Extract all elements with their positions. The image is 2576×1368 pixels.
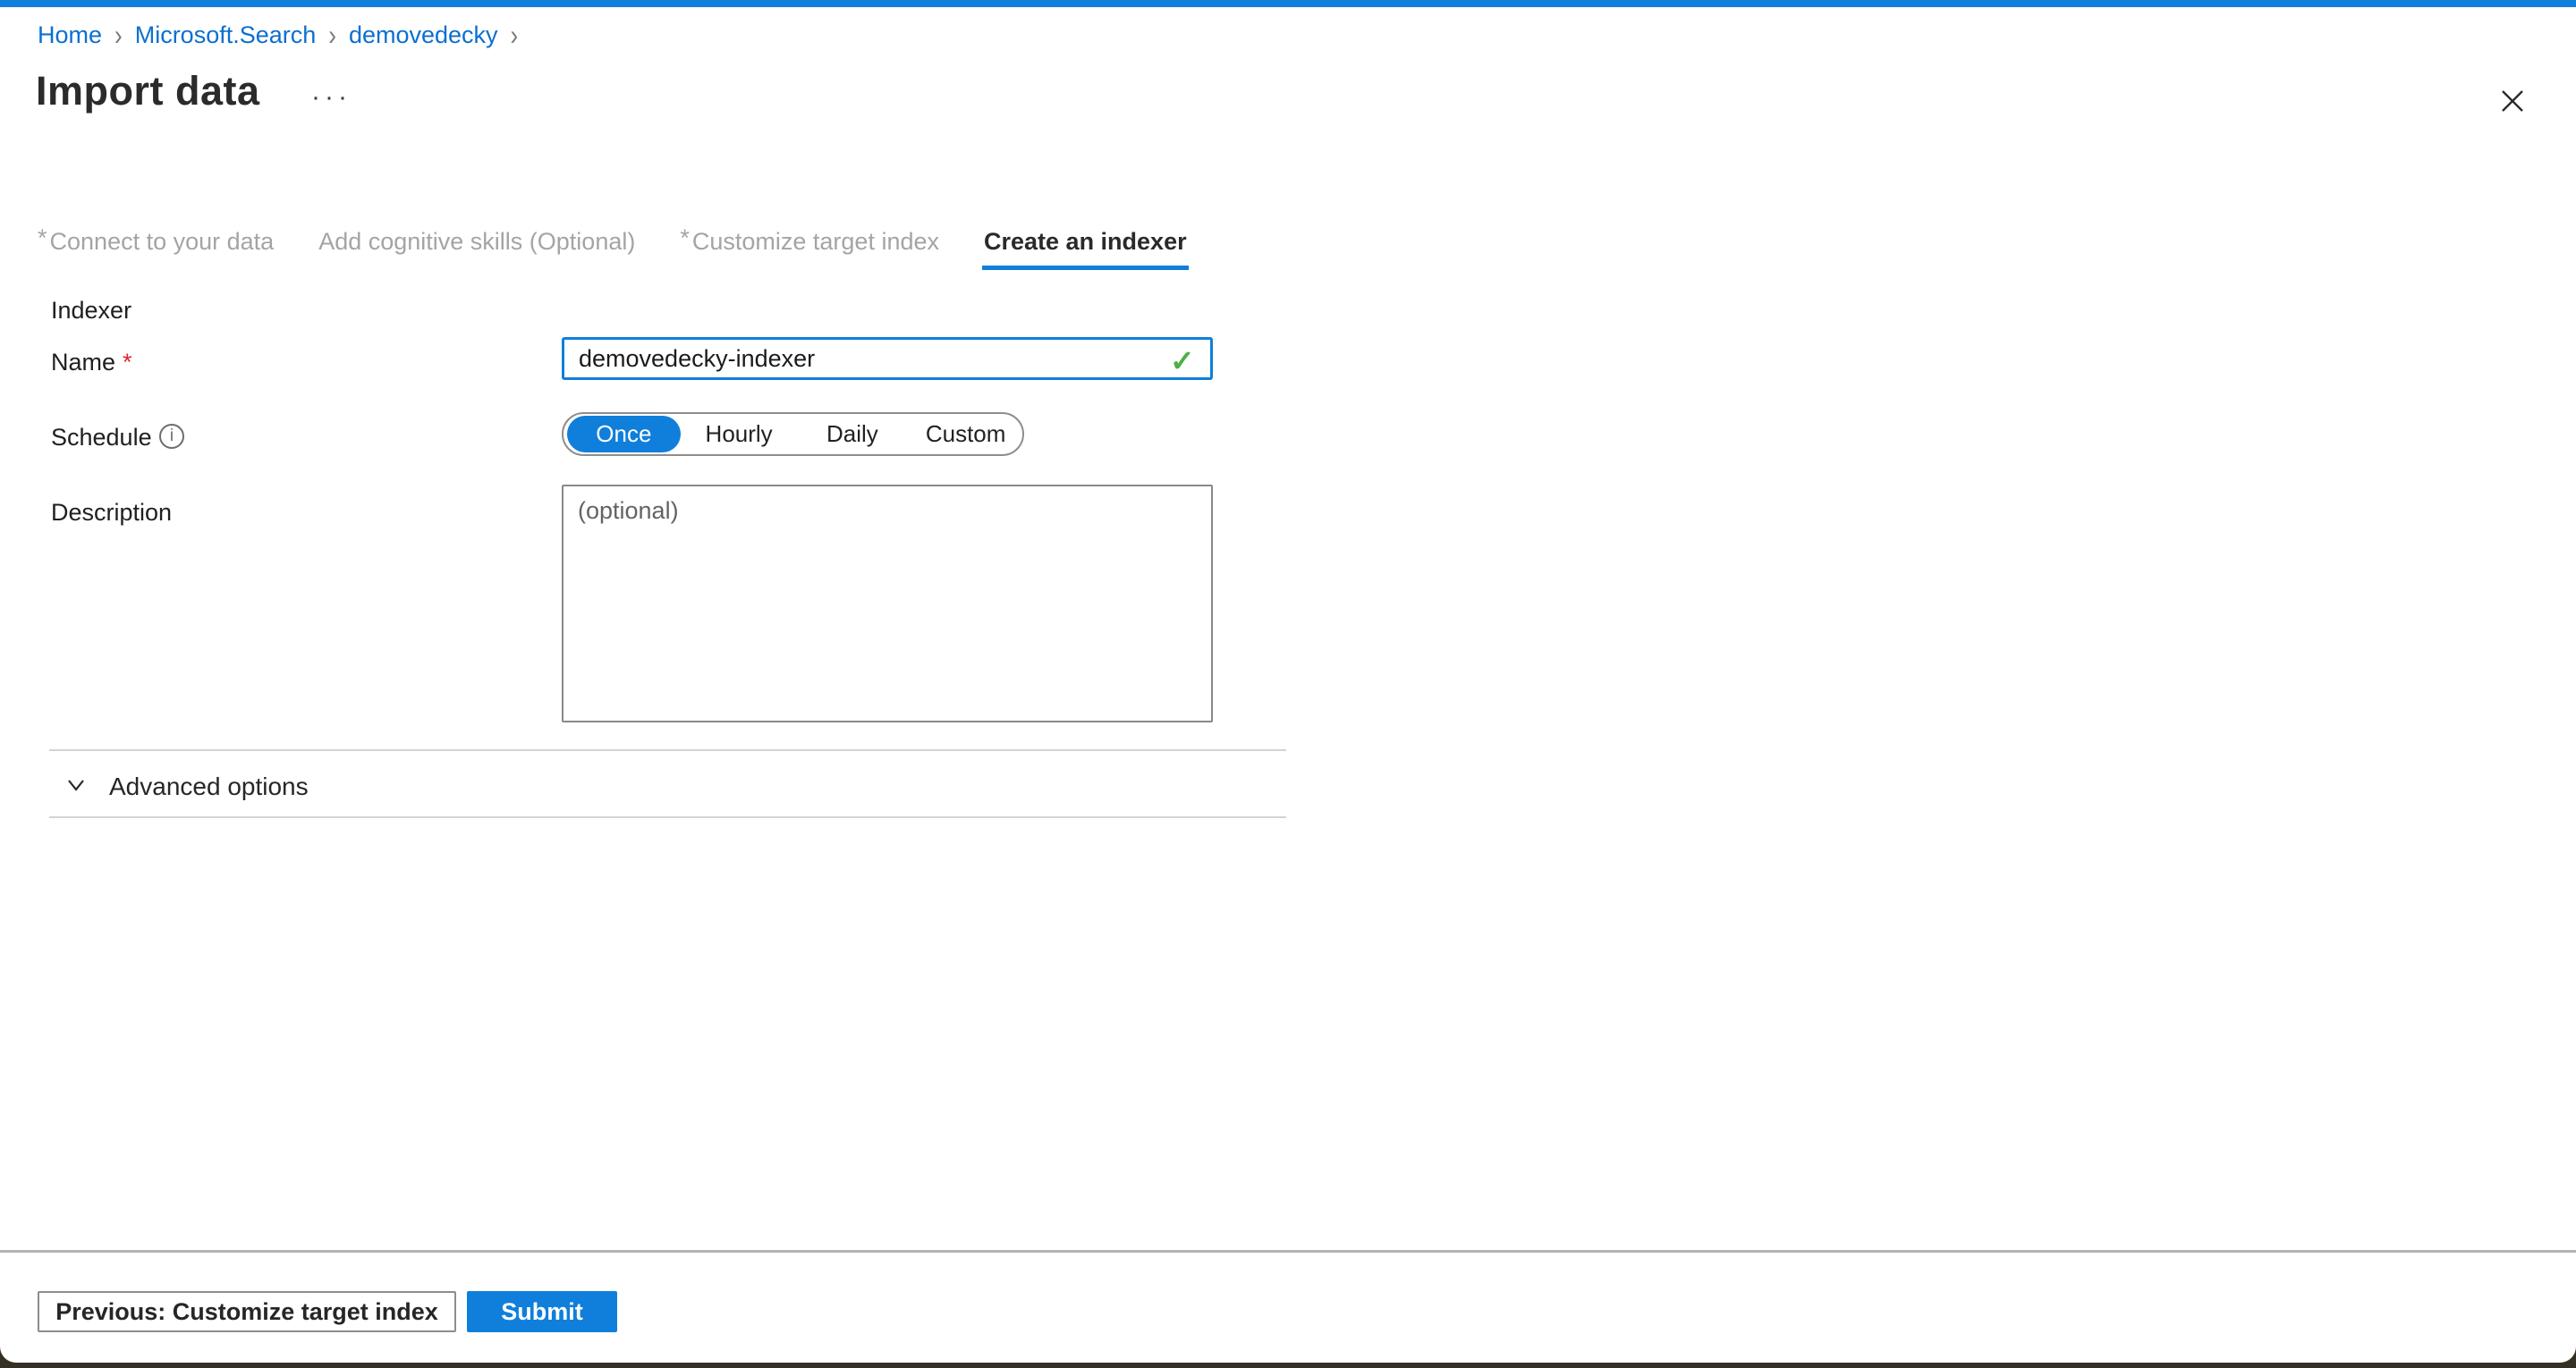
breadcrumb-separator: › — [114, 18, 123, 53]
schedule-option-daily[interactable]: Daily — [796, 416, 910, 452]
close-icon[interactable] — [2497, 86, 2528, 116]
breadcrumb-separator: › — [328, 18, 336, 53]
submit-button[interactable]: Submit — [467, 1291, 617, 1332]
page-title: Import data — [36, 68, 260, 114]
desktop-background: Home › Microsoft.Search › demovedecky › … — [0, 0, 2576, 1368]
advanced-options-label: Advanced options — [109, 773, 309, 801]
name-field-label: Name* — [51, 349, 132, 376]
breadcrumb-demovedecky-link[interactable]: demovedecky — [349, 21, 498, 49]
more-options-icon[interactable]: ··· — [311, 82, 352, 113]
description-textarea[interactable] — [562, 485, 1213, 722]
schedule-option-hourly[interactable]: Hourly — [682, 416, 796, 452]
description-field-label: Description — [51, 499, 172, 527]
breadcrumb-separator: › — [511, 18, 519, 53]
tab-customize-target-index[interactable]: *Customize target index — [680, 225, 939, 258]
footer-divider — [0, 1250, 2576, 1253]
tab-label: Connect to your data — [50, 228, 275, 255]
tab-required-marker: * — [38, 224, 47, 251]
azure-top-accent-bar — [0, 0, 2576, 7]
schedule-segmented-control: Once Hourly Daily Custom — [562, 412, 1024, 456]
tab-label: Add cognitive skills (Optional) — [318, 228, 635, 255]
wizard-tabs: *Connect to your data Add cognitive skil… — [38, 225, 1187, 258]
chevron-down-icon — [63, 771, 89, 802]
breadcrumb-microsoft-search-link[interactable]: Microsoft.Search — [135, 21, 317, 49]
schedule-field-label: Schedule — [51, 424, 152, 452]
previous-step-button[interactable]: Previous: Customize target index — [38, 1291, 456, 1332]
name-required-marker: * — [123, 349, 132, 376]
advanced-options-toggle[interactable]: Advanced options — [63, 771, 309, 802]
indexer-name-input[interactable] — [562, 337, 1213, 380]
divider — [49, 749, 1286, 751]
tab-connect-to-your-data[interactable]: *Connect to your data — [38, 225, 274, 258]
schedule-option-once[interactable]: Once — [567, 416, 681, 452]
schedule-option-custom[interactable]: Custom — [909, 416, 1022, 452]
tab-required-marker: * — [680, 224, 690, 251]
info-icon[interactable]: i — [159, 424, 184, 449]
import-data-panel: Home › Microsoft.Search › demovedecky › … — [0, 0, 2576, 1363]
breadcrumb: Home › Microsoft.Search › demovedecky › — [38, 21, 518, 49]
tab-create-an-indexer[interactable]: Create an indexer — [984, 225, 1187, 258]
divider — [49, 816, 1286, 818]
indexer-section-label: Indexer — [51, 297, 131, 325]
tab-label: Create an indexer — [984, 228, 1187, 255]
breadcrumb-home-link[interactable]: Home — [38, 21, 102, 49]
tab-add-cognitive-skills[interactable]: Add cognitive skills (Optional) — [318, 225, 635, 258]
tab-label: Customize target index — [692, 228, 939, 255]
